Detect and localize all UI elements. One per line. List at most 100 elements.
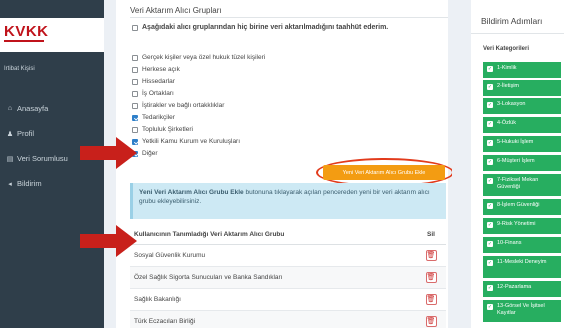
arrow-right-icon: [80, 225, 137, 257]
group-label: Tedarikçiler: [142, 114, 175, 121]
sidebar-item-anasayfa[interactable]: ⌂ Anasayfa: [0, 96, 104, 121]
group-label: Topluluk Şirketleri: [142, 126, 193, 133]
steps-subtitle: Veri Kategorileri: [483, 46, 530, 52]
group-checkbox[interactable]: [132, 102, 138, 109]
check-icon: ✓: [487, 65, 493, 72]
pledge-checkbox[interactable]: [132, 24, 138, 31]
table-cell-group: Sağlık Bakanlığı: [130, 288, 416, 311]
group-checkbox-row[interactable]: Yetkili Kamu Kurum ve Kuruluşları: [132, 138, 240, 145]
arrow-right-icon: [80, 137, 137, 169]
step-label: 7-Fiziksel Mekan Güvenliği: [497, 177, 539, 190]
logo-area[interactable]: KVKK: [0, 18, 104, 52]
section-title: Veri Aktarım Alıcı Grupları: [130, 6, 222, 15]
check-icon: ✓: [487, 202, 493, 209]
sidebar-item-label: Bildirim: [17, 179, 42, 188]
step-item[interactable]: ✓ 10-Finans: [483, 237, 561, 253]
table-row: Özel Sağlık Sigorta Sunucuları ve Banka …: [130, 266, 446, 289]
logo-underline: [4, 40, 44, 46]
check-icon: ✓: [487, 83, 493, 90]
check-icon: ✓: [487, 177, 493, 184]
megaphone-icon: ◂: [8, 180, 12, 188]
step-label: 4-Özlük: [497, 120, 516, 126]
group-checkbox[interactable]: [132, 90, 138, 97]
check-icon: ✓: [487, 284, 493, 291]
step-label: 2-İletişim: [497, 83, 520, 89]
divider: [471, 33, 564, 34]
group-checkbox-row[interactable]: İştirakler ve bağlı ortakklıklar: [132, 102, 224, 109]
step-item[interactable]: ✓ 7-Fiziksel Mekan Güvenliği: [483, 174, 561, 196]
step-label: 13-Görsel Ve İşitsel Kayıtlar: [497, 303, 545, 316]
group-checkbox[interactable]: [132, 66, 138, 73]
list-icon: ▤: [6, 155, 14, 163]
step-item[interactable]: ✓ 1-Kimlik: [483, 62, 561, 78]
trash-icon[interactable]: 🗑: [425, 293, 437, 305]
column-header-group: Kullanıcının Tanımladığı Veri Aktarım Al…: [130, 226, 416, 245]
main-content: Veri Aktarım Alıcı Grupları Aşağıdaki al…: [104, 0, 454, 328]
group-checkbox[interactable]: [132, 78, 138, 85]
check-icon: ✓: [487, 120, 493, 127]
group-checkbox-row[interactable]: Gerçek kişiler veya özel hukuk tüzel kiş…: [132, 54, 265, 61]
sidebar-item-bildirim[interactable]: ◂ Bildirim: [0, 171, 104, 196]
info-callout: Yeni Veri Aktarım Alıcı Grubu Ekle buton…: [130, 183, 446, 219]
group-label: İştirakler ve bağlı ortakklıklar: [142, 102, 225, 109]
table-row: Sağlık Bakanlığı 🗑: [130, 288, 446, 311]
pledge-checkbox-row[interactable]: Aşağıdaki alıcı gruplarından hiç birine …: [132, 24, 388, 31]
step-item[interactable]: ✓ 3-Lokasyon: [483, 98, 561, 114]
table-row: Sosyal Güvenlik Kurumu 🗑: [130, 244, 446, 267]
check-icon: ✓: [487, 240, 493, 247]
group-label: Diğer: [142, 150, 158, 157]
step-label: 12-Pazarlama: [497, 284, 532, 290]
group-label: Gerçek kişiler veya özel hukuk tüzel kiş…: [142, 54, 266, 61]
step-label: 3-Lokasyon: [497, 101, 526, 107]
user-groups-table: Kullanıcının Tanımladığı Veri Aktarım Al…: [130, 226, 446, 328]
trash-icon[interactable]: 🗑: [425, 271, 437, 283]
step-item[interactable]: ✓ 2-İletişim: [483, 80, 561, 96]
table-header-row: Kullanıcının Tanımladığı Veri Aktarım Al…: [130, 226, 446, 245]
step-label: 6-Müşteri İşlem: [497, 158, 535, 164]
trash-icon[interactable]: 🗑: [425, 315, 437, 327]
group-checkbox-row[interactable]: Hissedarlar: [132, 78, 175, 85]
check-icon: ✓: [487, 259, 493, 266]
step-item[interactable]: ✓ 4-Özlük: [483, 117, 561, 133]
step-item[interactable]: ✓ 8-İşlem Güvenliği: [483, 199, 561, 215]
check-icon: ✓: [487, 101, 493, 108]
group-checkbox-row[interactable]: Herkese açık: [132, 66, 180, 73]
step-label: 1-Kimlik: [497, 65, 517, 71]
gutter: [452, 0, 471, 328]
step-item[interactable]: ✓ 6-Müşteri İşlem: [483, 155, 561, 171]
home-icon: ⌂: [7, 105, 13, 112]
step-item[interactable]: ✓ 11-Mesleki Deneyim: [483, 256, 561, 278]
step-label: 8-İşlem Güvenliği: [497, 202, 540, 208]
group-checkbox-row[interactable]: Topluluk Şirketleri: [132, 126, 193, 133]
recipient-groups-card: Veri Aktarım Alıcı Grupları Aşağıdaki al…: [116, 0, 454, 328]
step-label: 10-Finans: [497, 240, 522, 246]
step-item[interactable]: ✓ 12-Pazarlama: [483, 281, 561, 297]
group-label: Hissedarlar: [142, 78, 175, 85]
sidebar-item-label: Profil: [17, 129, 35, 138]
kvkk-logo: KVKK: [4, 23, 49, 40]
notification-steps-panel: Bildirim Adımları Veri Kategorileri ✓ 1-K…: [471, 0, 564, 328]
user-role-label: Irtibat Kişisi: [4, 66, 35, 72]
step-item[interactable]: ✓ 5-Hukuki İşlem: [483, 136, 561, 152]
check-icon: ✓: [487, 221, 493, 228]
divider: [130, 17, 448, 18]
trash-icon[interactable]: 🗑: [425, 249, 437, 261]
pledge-label: Aşağıdaki alıcı gruplarından hiç birine …: [142, 24, 389, 31]
group-label: İş Ortakları: [142, 90, 174, 97]
check-icon: ✓: [487, 139, 493, 146]
step-item[interactable]: ✓ 9-Risk Yönetimi: [483, 218, 561, 234]
step-label: 9-Risk Yönetimi: [497, 221, 536, 227]
group-checkbox-row[interactable]: Tedarikçiler: [132, 114, 175, 121]
step-item[interactable]: ✓ 13-Görsel Ve İşitsel Kayıtlar: [483, 300, 561, 322]
step-label: 11-Mesleki Deneyim: [497, 259, 547, 265]
group-checkbox[interactable]: [132, 126, 138, 133]
group-checkbox-row[interactable]: İş Ortakları: [132, 90, 174, 97]
group-checkbox-checked[interactable]: [132, 114, 138, 121]
group-checkbox[interactable]: [132, 54, 138, 61]
add-recipient-group-button[interactable]: Yeni Veri Aktarım Alıcı Grubu Ekle: [323, 165, 445, 180]
sidebar-item-label: Veri Sorumlusu: [17, 154, 68, 163]
table-row: Türk Eczacıları Birliği 🗑: [130, 310, 446, 328]
check-icon: ✓: [487, 158, 493, 165]
check-icon: ✓: [487, 303, 493, 310]
group-label: Yetkili Kamu Kurum ve Kuruluşları: [142, 138, 241, 145]
